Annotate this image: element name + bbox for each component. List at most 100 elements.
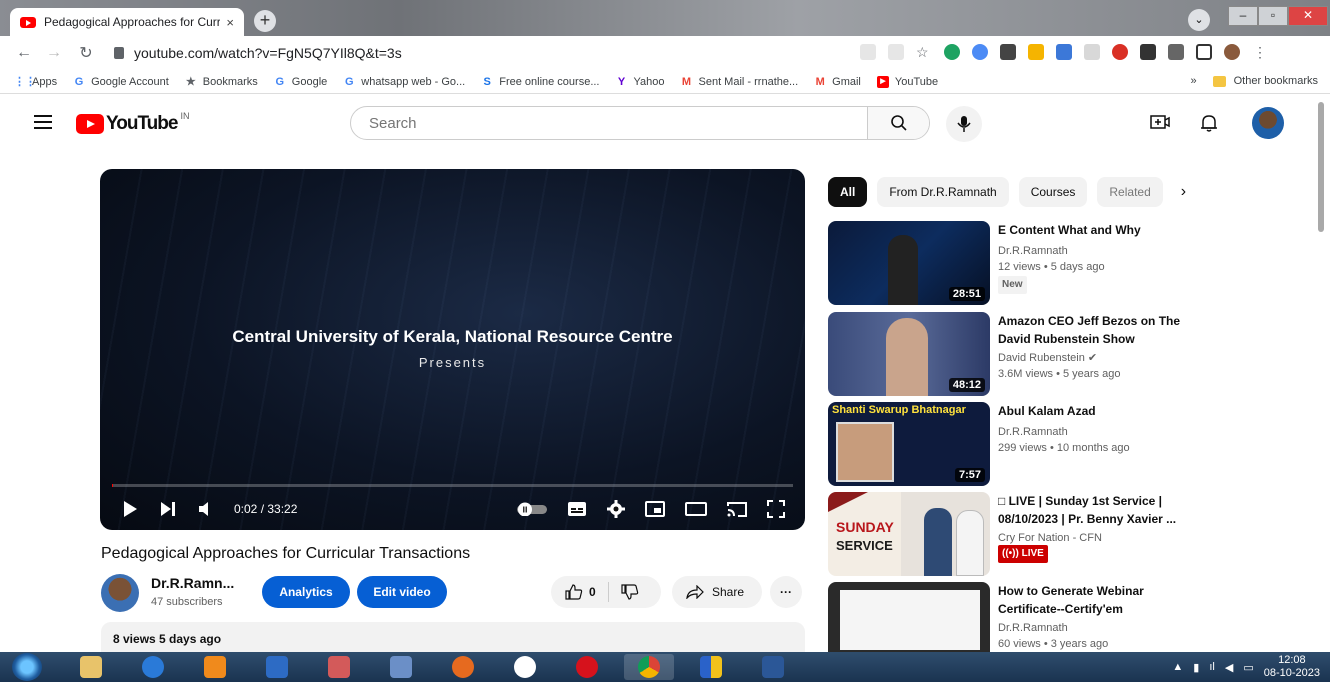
recommendation-title[interactable]: Amazon CEO Jeff Bezos on The David Ruben… — [998, 312, 1198, 348]
chip-all[interactable]: All — [828, 177, 868, 207]
start-button[interactable] — [12, 653, 42, 681]
analytics-button[interactable]: Analytics — [262, 576, 350, 608]
search-button[interactable] — [867, 107, 929, 139]
taskbar-ie[interactable] — [128, 654, 178, 680]
volume-icon[interactable] — [198, 501, 214, 517]
recommendation-item[interactable]: How to Generate Webinar Certificate--Cer… — [828, 582, 1308, 652]
bookmark-item[interactable]: G Google Account — [73, 76, 169, 88]
extension-apple-icon[interactable] — [1112, 44, 1128, 60]
account-avatar[interactable] — [1252, 107, 1284, 139]
reload-icon[interactable]: ↻ — [74, 43, 98, 63]
chip-from-channel[interactable]: From Dr.R.Ramnath — [877, 177, 1009, 207]
maximize-button[interactable]: ▫ — [1258, 6, 1288, 26]
youtube-logo[interactable]: YouTube IN — [76, 111, 189, 135]
tab-close-button[interactable]: × — [226, 15, 234, 30]
thumbs-up-icon[interactable] — [565, 584, 583, 600]
page-scrollbar[interactable] — [1318, 102, 1324, 232]
recommendation-title[interactable]: Abul Kalam Azad — [998, 402, 1198, 420]
new-tab-button[interactable]: + — [254, 10, 276, 32]
bookmark-item[interactable]: ⋮⋮ Apps — [14, 76, 57, 88]
video-player[interactable]: Central University of Kerala, National R… — [100, 169, 805, 530]
browser-tab[interactable]: Pedagogical Approaches for Curr × — [10, 8, 244, 36]
recommendation-channel[interactable]: Dr.R.Ramnath — [998, 243, 1068, 259]
autoplay-toggle-icon[interactable] — [517, 502, 547, 516]
taskbar-media[interactable] — [190, 654, 240, 680]
taskbar-paint[interactable] — [314, 654, 364, 680]
tray-signal-icon[interactable]: ıl — [1209, 661, 1215, 673]
side-panel-icon[interactable] — [1196, 44, 1212, 60]
subtitles-icon[interactable] — [567, 501, 587, 517]
chip-related[interactable]: Related — [1097, 177, 1163, 207]
extension-thumb-icon[interactable] — [1028, 44, 1044, 60]
recommendation-title[interactable]: E Content What and Why — [998, 221, 1198, 239]
bookmark-item[interactable]: G Google — [274, 76, 328, 88]
bookmark-item[interactable]: M Gmail — [814, 76, 861, 88]
recommendation-item[interactable]: 28:51 E Content What and Why Dr.R.Ramnat… — [828, 221, 1308, 305]
channel-name[interactable]: Dr.R.Ramn... — [151, 575, 234, 591]
bookmark-item[interactable]: Gwhatsapp web - Go... — [343, 76, 465, 88]
recommendation-title[interactable]: □ LIVE | Sunday 1st Service | 08/10/2023… — [998, 492, 1198, 528]
cast-icon[interactable] — [727, 501, 747, 517]
edit-video-button[interactable]: Edit video — [357, 576, 447, 608]
recommendation-item[interactable]: 48:12 Amazon CEO Jeff Bezos on The David… — [828, 312, 1308, 396]
extension-flower-icon[interactable] — [972, 44, 988, 60]
bookmark-item[interactable]: Y Yahoo — [616, 76, 665, 88]
bookmark-item[interactable]: M Sent Mail - rrnathe... — [681, 76, 798, 88]
extension-grey-icon[interactable] — [1084, 44, 1100, 60]
share-button[interactable]: Share — [672, 576, 762, 608]
bookmark-item[interactable]: ▶ YouTube — [876, 75, 938, 88]
recommendation-title[interactable]: How to Generate Webinar Certificate--Cer… — [998, 582, 1198, 618]
forward-arrow-icon[interactable]: → — [42, 44, 66, 62]
chevron-right-icon[interactable]: › — [1181, 183, 1186, 201]
recommendation-channel[interactable]: David Rubenstein ✔ — [998, 350, 1097, 366]
extensions-puzzle-icon[interactable] — [1140, 44, 1156, 60]
bookmark-item[interactable]: S Free online course... — [481, 76, 600, 88]
thumbnail[interactable]: 28:51 — [828, 221, 990, 305]
bookmark-star-icon[interactable]: ☆ — [916, 44, 932, 60]
next-video-icon[interactable] — [160, 501, 176, 517]
tray-network-icon[interactable]: ▮ — [1193, 661, 1199, 674]
search-input[interactable] — [351, 107, 867, 139]
taskbar-tasks[interactable] — [252, 654, 302, 680]
chip-courses[interactable]: Courses — [1018, 177, 1088, 207]
address-bar[interactable]: youtube.com/watch?v=FgN5Q7YIl8Q&t=3s — [114, 40, 854, 66]
profile-avatar-icon[interactable] — [1224, 44, 1240, 60]
recommendation-item[interactable]: Shanti Swarup Bhatnagar 7:57 Abul Kalam … — [828, 402, 1308, 486]
close-window-button[interactable]: ✕ — [1288, 6, 1328, 26]
play-icon[interactable] — [122, 500, 138, 518]
bookmarks-overflow-icon[interactable]: » — [1191, 75, 1197, 87]
tray-expand-icon[interactable]: ▲ — [1172, 661, 1183, 673]
fullscreen-icon[interactable] — [767, 500, 785, 518]
taskbar-firefox[interactable] — [438, 654, 488, 680]
thumbnail[interactable] — [828, 582, 990, 652]
recommendation-channel[interactable]: Dr.R.Ramnath — [998, 424, 1068, 440]
tray-action-icon[interactable]: ▭ — [1243, 661, 1253, 674]
browser-menu-icon[interactable]: ⋮ — [1252, 44, 1268, 60]
thumbnail[interactable]: 48:12 — [828, 312, 990, 396]
install-app-icon[interactable] — [860, 44, 876, 60]
taskbar-opera[interactable] — [562, 654, 612, 680]
voice-search-button[interactable] — [946, 106, 982, 142]
reading-list-icon[interactable] — [1168, 44, 1184, 60]
minimize-button[interactable]: – — [1228, 6, 1258, 26]
tab-search-dropdown-icon[interactable]: ⌄ — [1188, 9, 1210, 31]
other-bookmarks[interactable]: » Other bookmarks — [1191, 75, 1319, 87]
taskbar-explorer[interactable] — [66, 654, 116, 680]
settings-gear-icon[interactable] — [607, 500, 625, 518]
taskbar-word[interactable] — [748, 654, 798, 680]
extension-green-icon[interactable] — [944, 44, 960, 60]
tray-volume-icon[interactable]: ◀ — [1225, 661, 1233, 674]
taskbar-hp[interactable] — [500, 654, 550, 680]
bookmark-item[interactable]: ★ Bookmarks — [185, 76, 258, 88]
thumbnail[interactable]: Shanti Swarup Bhatnagar 7:57 — [828, 402, 990, 486]
taskbar-network[interactable] — [376, 654, 426, 680]
extension-grid-icon[interactable] — [1000, 44, 1016, 60]
thumbs-down-icon[interactable] — [621, 584, 639, 600]
taskbar-security[interactable] — [686, 654, 736, 680]
theater-mode-icon[interactable] — [685, 502, 707, 516]
extension-new-icon[interactable] — [1056, 44, 1072, 60]
recommendation-channel[interactable]: Cry For Nation - CFN — [998, 530, 1102, 546]
menu-hamburger-icon[interactable] — [34, 115, 52, 133]
progress-bar[interactable] — [112, 484, 793, 487]
more-actions-button[interactable]: ··· — [770, 576, 802, 608]
